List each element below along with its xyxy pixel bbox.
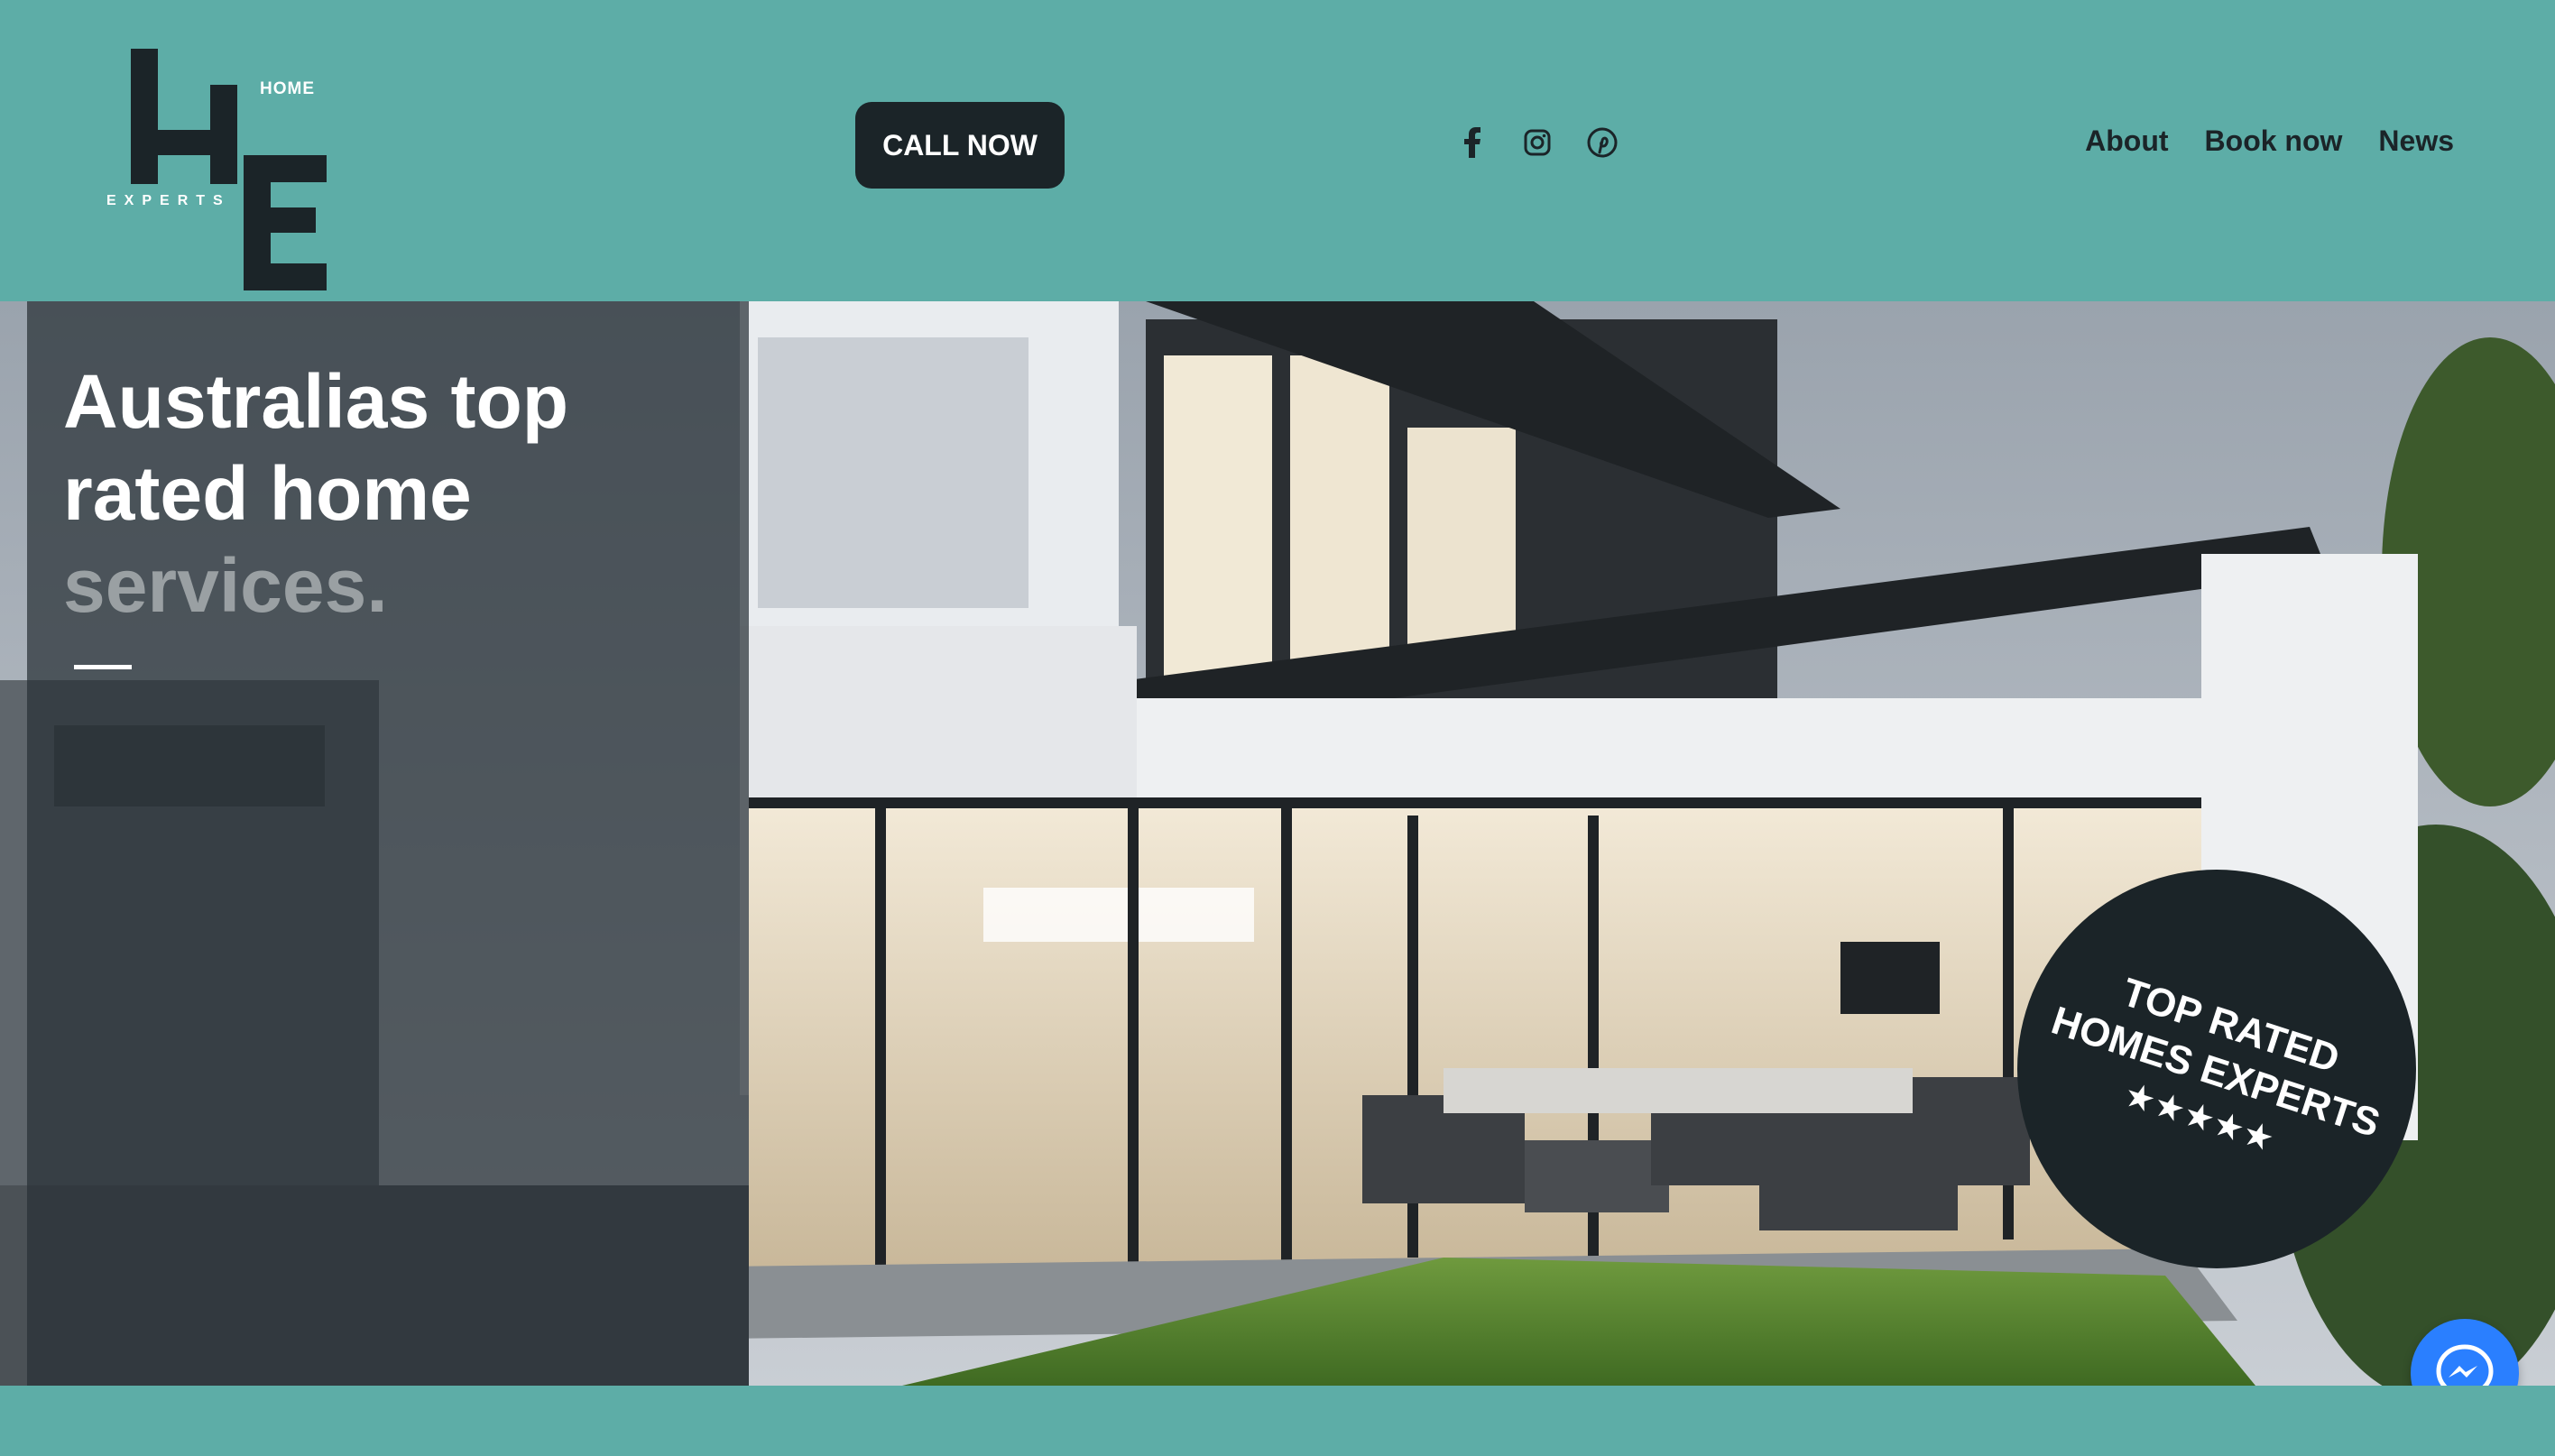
home-experts-logo[interactable]: HOME EXPERTS <box>99 45 334 290</box>
instagram-icon[interactable] <box>1519 124 1555 161</box>
bottom-strip <box>0 1386 2555 1456</box>
call-now-button[interactable]: CALL NOW <box>855 102 1065 189</box>
headline-line-2: rated home <box>63 451 472 536</box>
headline-line-1: Australias top <box>63 359 569 444</box>
facebook-icon[interactable] <box>1454 124 1490 161</box>
pinterest-icon[interactable] <box>1584 124 1620 161</box>
headline-line-3: services. <box>63 543 388 628</box>
nav-book-now[interactable]: Book now <box>2205 124 2343 158</box>
site-header: HOME EXPERTS CALL NOW About Book now New… <box>0 0 2555 301</box>
hero-section: Australias top rated home services. TOP … <box>0 301 2555 1386</box>
logo-home-text: HOME <box>260 79 315 98</box>
main-nav: About Book now News <box>2085 124 2454 158</box>
top-rated-badge: TOP RATED HOMES EXPERTS ★★★★★ <box>2017 870 2416 1268</box>
hero-headline: Australias top rated home services. <box>63 355 695 631</box>
logo-experts-text: EXPERTS <box>106 193 231 208</box>
nav-news[interactable]: News <box>2378 124 2454 158</box>
nav-about[interactable]: About <box>2085 124 2168 158</box>
headline-divider <box>74 665 132 669</box>
